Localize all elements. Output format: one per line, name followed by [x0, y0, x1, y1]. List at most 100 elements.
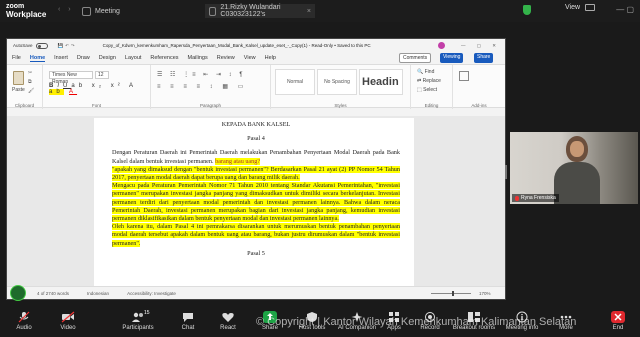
select-label: Select	[423, 87, 438, 93]
quick-access-icons[interactable]: 💾↶↷	[58, 43, 77, 49]
addins-icon[interactable]	[459, 71, 469, 81]
zoom-logo-bottom: Workplace	[6, 10, 47, 19]
participant-video[interactable]: Ryna Frensiska	[510, 132, 638, 204]
doc-paragraph-4: Oleh karena itu, dalam Pasal 4 ini pemra…	[112, 223, 400, 248]
doc-heading: KEPADA BANK KALSEL	[221, 121, 291, 128]
copy-icon[interactable]: ⧉	[28, 79, 32, 85]
tab-screen-share[interactable]: 21.Rizky Wulandari C030323122's ×	[205, 4, 315, 18]
menu-draw[interactable]: Draw	[77, 55, 90, 61]
font-size-select[interactable]: 12	[95, 71, 109, 79]
participant-name-tag: Ryna Frensiska	[512, 194, 559, 202]
close-tab-icon[interactable]: ×	[307, 8, 311, 15]
font-name-select[interactable]: Times New Roman	[49, 71, 93, 85]
document-area: KEPADA BANK KALSEL Pasal 4 Dengan Peratu…	[7, 116, 505, 290]
doc-p2-highlight: "apakah yang dimaksud dengan "bentuk inv…	[112, 165, 400, 182]
ribbon-tabs: File Home Insert Draw Design Layout Refe…	[7, 52, 505, 64]
participants-button[interactable]: 15 Participants	[118, 310, 158, 331]
end-call-icon	[611, 311, 625, 323]
font-label: Font	[91, 103, 101, 108]
end-button[interactable]: End	[598, 311, 638, 331]
status-accessibility[interactable]: Accessibility: Investigate	[127, 291, 176, 296]
style-normal[interactable]: Normal	[275, 69, 315, 95]
styles-label: Styles	[334, 103, 347, 108]
participants-icon	[131, 311, 145, 323]
ribbon: Paste ✂ ⧉ 🖌 Clipboard Times New Roman 12…	[7, 64, 505, 109]
menu-home[interactable]: Home	[29, 55, 46, 62]
comments-button[interactable]: Comments	[399, 53, 432, 63]
doc-pasal: Pasal 4	[247, 135, 265, 143]
audio-button[interactable]: Audio	[4, 311, 44, 331]
style-heading[interactable]: Headin	[359, 69, 403, 95]
font-group: Times New Roman 12 BIUab x₂ x² A ab A Fo…	[43, 65, 151, 109]
menu-insert[interactable]: Insert	[54, 55, 68, 61]
menu-review[interactable]: Review	[217, 55, 235, 61]
autosave-toggle[interactable]	[35, 42, 48, 49]
word-window: AutoSave 💾↶↷ Copy_of_Kdwrn_kemenkumham_R…	[6, 38, 506, 300]
zoom-slider[interactable]	[431, 293, 471, 294]
font-format-buttons[interactable]: BIUab x₂ x² A ab A	[49, 83, 150, 95]
addins-group: Add-ins	[453, 65, 505, 109]
menu-help[interactable]: Help	[265, 55, 276, 61]
list-buttons[interactable]: ☰ ☷ ⋮≡ ⇤ ⇥ ↕ ¶	[157, 71, 246, 78]
heart-icon	[221, 311, 235, 323]
doc-paragraph-2: "apakah yang dimaksud dengan "bentuk inv…	[112, 165, 400, 182]
zoom-value[interactable]: 170%	[479, 291, 491, 296]
mic-muted-icon	[515, 195, 519, 201]
find-button[interactable]: 🔍 Find	[417, 69, 434, 75]
menu-references[interactable]: References	[150, 55, 178, 61]
view-icon	[585, 4, 596, 11]
paste-icon[interactable]	[13, 71, 24, 85]
paragraph-group: ☰ ☷ ⋮≡ ⇤ ⇥ ↕ ¶ ≡ ≡ ≡ ≡ ↕ ▦ ▭ Paragraph	[151, 65, 271, 109]
viewing-button[interactable]: Viewing	[440, 53, 464, 63]
menu-design[interactable]: Design	[99, 55, 116, 61]
styles-group: Normal No Spacing Headin Styles	[271, 65, 411, 109]
participant-face	[570, 141, 584, 157]
paste-label: Paste	[12, 87, 25, 93]
menu-view[interactable]: View	[244, 55, 256, 61]
react-label: React	[220, 325, 236, 331]
doc-paragraph-1: Dengan Peraturan Daerah ini Pemerintah D…	[112, 149, 400, 165]
annotate-pen-icon[interactable]	[10, 285, 26, 301]
word-share-button[interactable]: Share	[474, 53, 494, 63]
shield-icon[interactable]	[523, 5, 531, 15]
style-no-spacing[interactable]: No Spacing	[317, 69, 357, 95]
select-button[interactable]: ⬚ Select	[417, 87, 437, 93]
view-button[interactable]: View	[565, 4, 596, 11]
replace-button[interactable]: ⇄ Replace	[417, 78, 441, 84]
align-buttons[interactable]: ≡ ≡ ≡ ≡ ↕ ▦ ▭	[157, 83, 247, 90]
zoom-logo: zoom Workplace	[6, 3, 46, 19]
zoom-title-bar: zoom Workplace ‹ › Meeting 21.Rizky Wula…	[0, 0, 640, 22]
tab-share-label: 21.Rizky Wulandari C030323122's	[220, 4, 281, 18]
microphone-icon	[17, 311, 31, 323]
menu-file[interactable]: File	[12, 55, 21, 61]
autosave-label: AutoSave	[13, 43, 33, 48]
react-button[interactable]: React	[208, 311, 248, 331]
menu-layout[interactable]: Layout	[125, 55, 142, 61]
document-page[interactable]: KEPADA BANK KALSEL Pasal 4 Dengan Peratu…	[94, 118, 414, 290]
doc-p4-highlight: Oleh karena itu, dalam Pasal 4 ini pemra…	[112, 223, 400, 247]
word-window-controls[interactable]: — ▢ ✕	[461, 43, 501, 49]
user-avatar[interactable]	[438, 42, 445, 49]
status-page[interactable]: 4 of 2740 words	[37, 291, 69, 296]
video-panel-handle[interactable]	[505, 165, 507, 179]
doc-p1-highlight: barang atau uang?	[215, 157, 261, 165]
tab-meeting-label: Meeting	[95, 7, 120, 15]
paragraph-label: Paragraph	[199, 103, 221, 108]
chat-button[interactable]: Chat	[168, 311, 208, 331]
tab-meeting[interactable]: Meeting	[82, 4, 120, 18]
cut-icon[interactable]: ✂	[28, 70, 32, 76]
clipboard-label: Clipboard	[14, 103, 35, 108]
replace-label: Replace	[422, 78, 441, 84]
video-button[interactable]: Video	[48, 311, 88, 331]
format-painter-icon[interactable]: 🖌	[28, 88, 34, 94]
zoom-slider-thumb[interactable]	[452, 291, 454, 296]
participants-label: Participants	[122, 325, 154, 331]
window-controls[interactable]: — ▢	[616, 5, 634, 14]
menu-mailings[interactable]: Mailings	[188, 55, 208, 61]
screen-share-icon	[209, 6, 217, 16]
audio-label: Audio	[16, 325, 32, 331]
video-label: Video	[60, 325, 76, 331]
view-label: View	[565, 4, 581, 11]
nav-arrows-icon[interactable]: ‹ ›	[58, 6, 74, 13]
status-language[interactable]: Indonesian	[87, 291, 109, 296]
